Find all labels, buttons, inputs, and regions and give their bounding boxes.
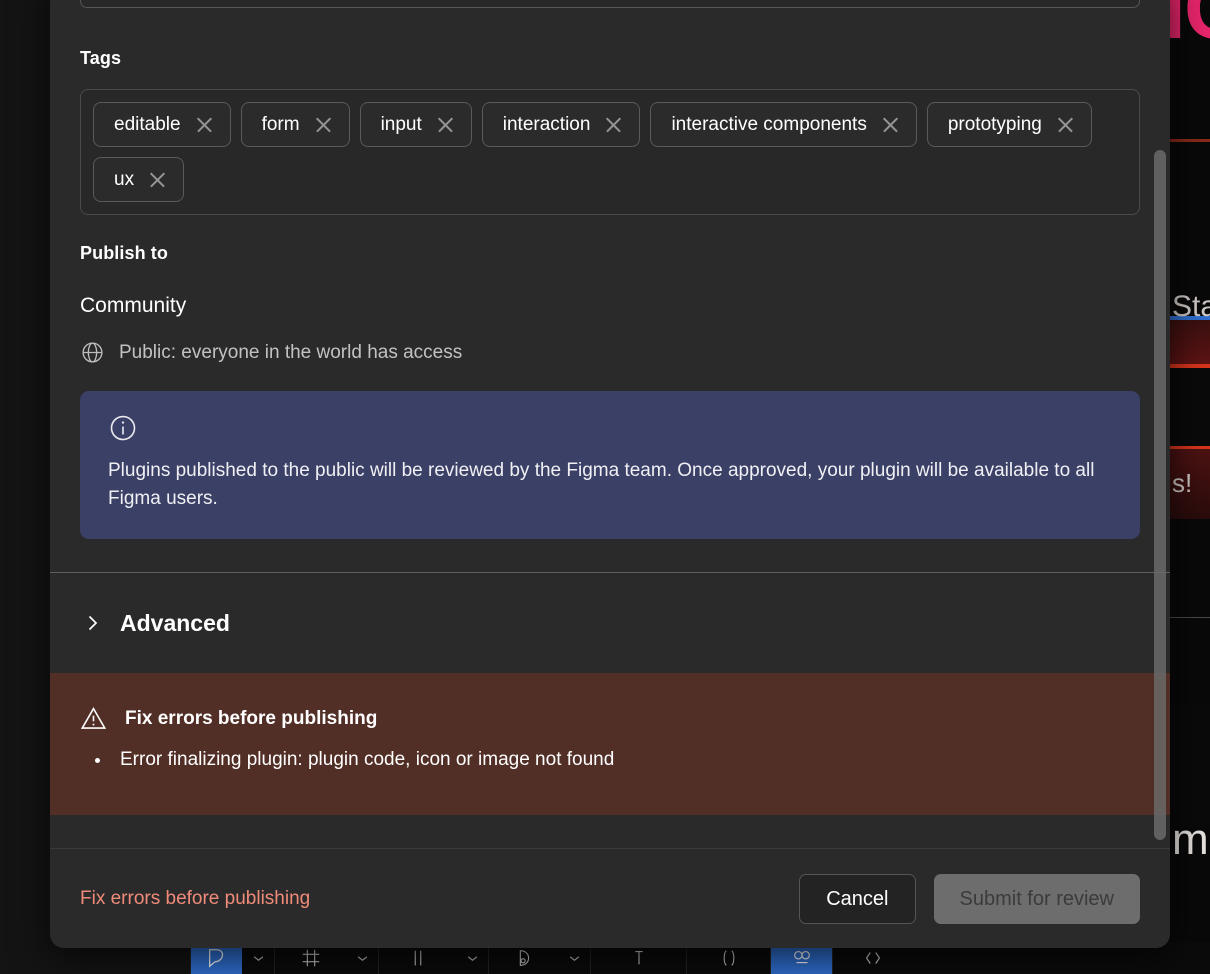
- tag-remove-icon[interactable]: [881, 115, 900, 134]
- chevron-down-icon: [253, 955, 263, 961]
- vertical-scrollbar-track[interactable]: [1154, 0, 1166, 848]
- globe-icon: [82, 342, 103, 363]
- warning-triangle-icon: [80, 707, 107, 730]
- pen-tool-icon: [208, 949, 223, 968]
- tag-label: prototyping: [947, 114, 1042, 135]
- chevron-down-icon: [357, 955, 367, 961]
- code-icon: [865, 952, 880, 964]
- tag-chip[interactable]: prototyping: [926, 102, 1092, 147]
- tag-label: form: [261, 114, 300, 135]
- visibility-text: Public: everyone in the world has access: [119, 341, 463, 363]
- error-list: Error finalizing plugin: plugin code, ic…: [112, 746, 1140, 775]
- publish-to-label: Publish to: [80, 243, 168, 263]
- error-list-item: Error finalizing plugin: plugin code, ic…: [112, 746, 1140, 775]
- footer-buttons: Cancel Submit for review: [799, 873, 1140, 924]
- tag-label: ux: [114, 169, 135, 190]
- mask-icon: [793, 950, 810, 964]
- info-banner: Plugins published to the public will be …: [80, 391, 1140, 540]
- background-right-strip: IC Stat s! mm: [1168, 0, 1210, 974]
- tag-remove-icon[interactable]: [1056, 115, 1075, 134]
- tag-remove-icon[interactable]: [604, 115, 623, 134]
- cancel-button[interactable]: Cancel: [799, 873, 916, 924]
- tag-remove-icon[interactable]: [195, 115, 214, 134]
- shape-icon: [519, 950, 529, 966]
- publish-plugin-modal: Tags editable form input interaction int…: [50, 0, 1170, 948]
- background-text-excl: s!: [1172, 468, 1193, 498]
- frame-icon: [302, 949, 319, 967]
- tag-chip[interactable]: input: [359, 102, 472, 147]
- background-band: [1168, 364, 1210, 368]
- visibility-row: Public: everyone in the world has access: [80, 340, 1140, 365]
- background-band: [1168, 706, 1210, 826]
- chevron-down-icon: [569, 955, 579, 961]
- background-band: [1168, 320, 1210, 364]
- advanced-label: Advanced: [120, 609, 230, 636]
- modal-footer: Fix errors before publishing Cancel Subm…: [50, 848, 1170, 948]
- background-pink-text: IC: [1168, 0, 1210, 57]
- info-circle-icon: [110, 415, 136, 441]
- background-text-mm: mm: [1172, 815, 1210, 864]
- tag-label: input: [380, 114, 422, 135]
- error-banner: Fix errors before publishing Error final…: [50, 673, 1170, 815]
- tag-chip[interactable]: editable: [93, 102, 231, 147]
- modal-scroll-area: Tags editable form input interaction int…: [50, 0, 1170, 848]
- tags-label: Tags: [80, 48, 122, 68]
- background-band: [1168, 446, 1210, 449]
- tag-chip[interactable]: ux: [93, 157, 185, 202]
- footer-error-text: Fix errors before publishing: [80, 887, 311, 909]
- chevron-right-icon: [88, 616, 98, 631]
- chevron-down-icon: [467, 955, 477, 961]
- background-text-stat: Stat: [1172, 290, 1210, 323]
- tag-chip[interactable]: interaction: [481, 102, 641, 147]
- tag-remove-icon[interactable]: [148, 170, 167, 189]
- info-banner-text: Plugins published to the public will be …: [108, 460, 1095, 510]
- tag-label: interaction: [502, 114, 591, 135]
- tags-input-container[interactable]: editable form input interaction interact…: [80, 89, 1140, 215]
- publish-destination: Community: [80, 294, 187, 317]
- background-band: [1168, 139, 1210, 142]
- tag-chip[interactable]: form: [240, 102, 350, 147]
- background-band: [1168, 364, 1210, 446]
- tag-remove-icon[interactable]: [436, 115, 455, 134]
- background-band: [1168, 617, 1210, 618]
- error-banner-title: Fix errors before publishing: [125, 707, 378, 729]
- tag-remove-icon[interactable]: [314, 115, 333, 134]
- component-icon: [723, 950, 734, 966]
- screen-root: IC Stat s! mm: [0, 0, 1210, 974]
- description-field-partial[interactable]: [80, 0, 1140, 8]
- tag-chip[interactable]: interactive components: [650, 102, 917, 147]
- submit-for-review-button[interactable]: Submit for review: [933, 873, 1140, 924]
- slice-icon: [414, 950, 421, 966]
- tag-label: interactive components: [671, 114, 867, 135]
- error-banner-header: Fix errors before publishing: [80, 705, 1140, 732]
- tag-label: editable: [114, 114, 181, 135]
- advanced-section-toggle[interactable]: Advanced: [80, 573, 1140, 673]
- text-icon: [634, 951, 643, 965]
- vertical-scrollbar-thumb[interactable]: [1154, 150, 1166, 840]
